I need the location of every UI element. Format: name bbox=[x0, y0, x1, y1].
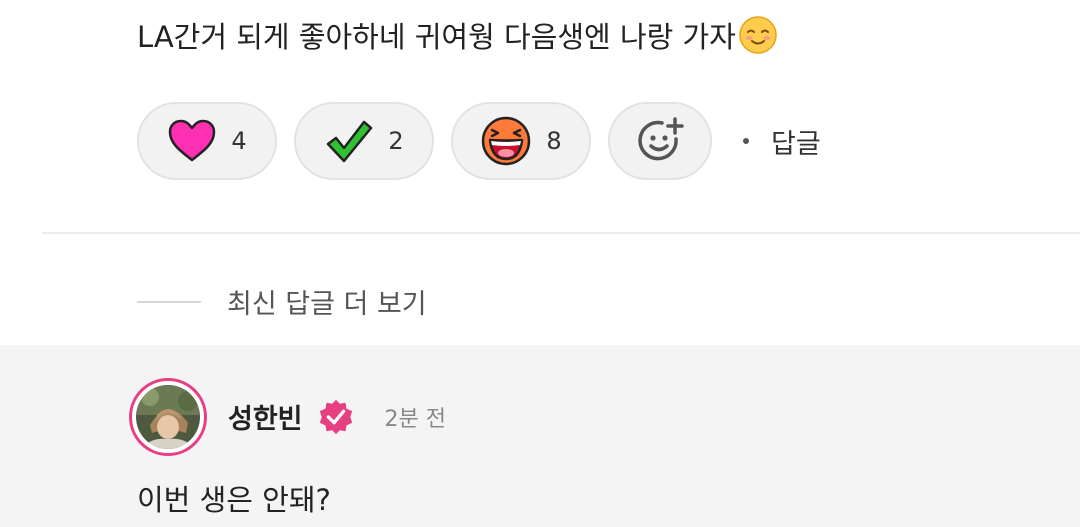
more-replies-line bbox=[137, 300, 201, 303]
smiling-face-icon bbox=[739, 16, 777, 54]
check-count: 2 bbox=[388, 127, 404, 155]
avatar-photo bbox=[136, 385, 200, 449]
comment-text: LA간거 되게 좋아하네 귀여웡 다음생엔 나랑 가자 bbox=[137, 14, 778, 56]
reply-header: 성한빈 2분 전 bbox=[228, 397, 446, 436]
add-reaction-button[interactable] bbox=[608, 102, 712, 180]
reactions-bar: 4 2 8 답글 bbox=[137, 102, 821, 180]
checkmark-icon bbox=[327, 120, 373, 163]
heart-count: 4 bbox=[231, 127, 247, 155]
add-emoji-icon bbox=[638, 117, 684, 161]
reply-timestamp: 2분 전 bbox=[384, 406, 447, 432]
reply-body: 이번 생은 안돼? bbox=[137, 483, 331, 517]
reply-item: 성한빈 2분 전 이번 생은 안돼? bbox=[0, 345, 1080, 527]
heart-icon bbox=[169, 119, 216, 162]
reply-button[interactable]: 답글 bbox=[771, 122, 821, 161]
laughing-face-icon bbox=[482, 116, 531, 166]
avatar[interactable] bbox=[129, 378, 207, 456]
section-divider bbox=[42, 232, 1080, 234]
more-replies-label: 최신 답글 더 보기 bbox=[227, 289, 427, 320]
more-replies-link[interactable]: 최신 답글 더 보기 bbox=[137, 282, 427, 321]
separator-dot bbox=[743, 138, 749, 144]
comment-body: LA간거 되게 좋아하네 귀여웡 다음생엔 나랑 가자 bbox=[137, 20, 736, 54]
reaction-laugh-button[interactable]: 8 bbox=[451, 102, 591, 180]
verified-badge-icon bbox=[319, 399, 352, 434]
reaction-check-button[interactable]: 2 bbox=[294, 102, 434, 180]
author-name[interactable]: 성한빈 bbox=[228, 397, 303, 436]
laugh-count: 8 bbox=[546, 127, 562, 155]
reaction-heart-button[interactable]: 4 bbox=[137, 102, 277, 180]
